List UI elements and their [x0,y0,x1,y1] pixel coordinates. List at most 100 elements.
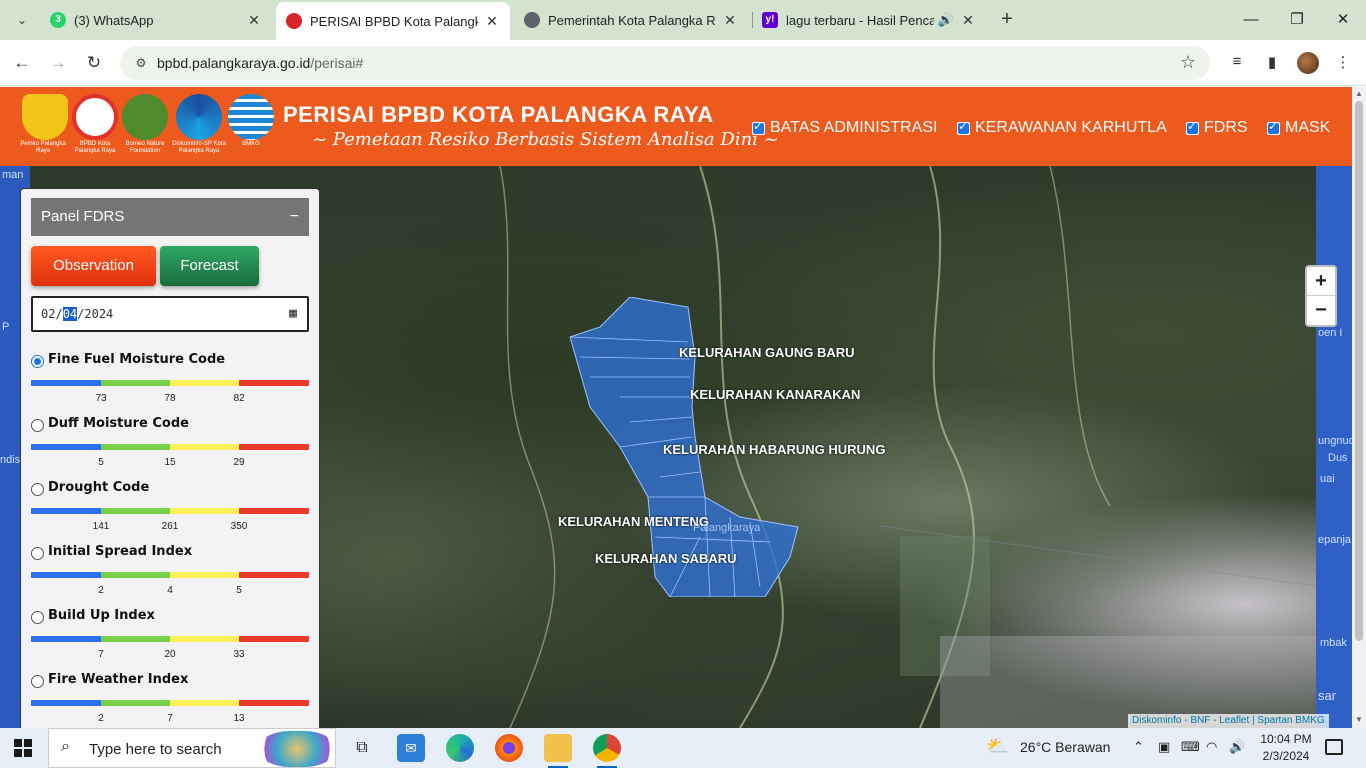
checkbox-checked-icon[interactable] [957,119,970,135]
forecast-button[interactable]: Forecast [160,246,259,286]
fdrs-index-item[interactable]: Drought Code 141 261 350 [31,480,309,540]
fdrs-index-item[interactable]: Duff Moisture Code 5 15 29 [31,416,309,476]
fdrs-index-name[interactable]: Initial Spread Index [48,544,192,559]
scroll-up-icon[interactable]: ▲ [1355,89,1363,98]
date-input[interactable]: 02/04/2024 ▦ [31,296,309,332]
map-place-label: oen I [1318,327,1343,339]
checkbox-checked-icon[interactable] [1267,119,1280,135]
layer-toggle-mask[interactable]: MASK [1267,119,1330,137]
fdrs-index-name[interactable]: Duff Moisture Code [48,416,189,431]
logo-caption: Borneo Nature Foundation [125,141,165,154]
yahoo-icon: y! [762,12,778,28]
browser-toolbar: ← → ↻ ⚙ bpbd.palangkaraya.go.id/perisai#… [0,40,1366,86]
site-info-icon[interactable]: ⚙ [132,54,150,72]
wifi-icon[interactable]: ◠ [1206,739,1217,755]
logo-caption: BPBD Kota Palangka Raya [74,141,116,154]
profile-avatar[interactable] [1297,52,1319,74]
search-highlight-image[interactable] [261,731,333,767]
date-day[interactable]: 04 [62,307,78,321]
close-icon[interactable]: ✕ [246,12,262,29]
scale-segment [239,508,309,514]
map-place-label: mbak [1320,637,1347,649]
fdrs-index-name[interactable]: Drought Code [48,480,149,495]
city-label: Palangkaraya [693,522,761,534]
tab-search-chevron-icon[interactable]: ⌄ [12,10,32,30]
forward-arrow-icon[interactable]: → [45,50,71,76]
weather-cloud-icon[interactable]: ⛅ [986,736,1008,757]
scale-segment [239,572,309,578]
date-month[interactable]: 02 [41,307,55,321]
ime-icon[interactable]: ⌨ [1181,739,1200,755]
close-icon[interactable]: ✕ [484,13,500,30]
layer-toggle-kerawanan-karhutla[interactable]: KERAWANAN KARHUTLA [957,119,1167,137]
chevron-up-icon[interactable]: ⌃ [1133,739,1144,755]
layer-toggle-fdrs[interactable]: FDRS [1186,119,1248,137]
map-attribution[interactable]: Diskominfo - BNF - Leaflet | Spartan BMK… [1128,714,1329,728]
calendar-icon[interactable]: ▦ [289,298,297,330]
radio-unselected-icon[interactable] [31,483,44,496]
fdrs-index-name[interactable]: Fire Weather Index [48,672,188,687]
media-control-icon[interactable]: ≡ [1226,53,1248,73]
fdrs-index-name[interactable]: Build Up Index [48,608,155,623]
meet-now-icon[interactable]: ▣ [1158,739,1170,755]
map-place-label: P [2,321,10,333]
observation-button[interactable]: Observation [31,246,156,286]
back-arrow-icon[interactable]: ← [9,50,35,76]
bmkg-logo [228,94,274,140]
fdrs-index-item[interactable]: Fire Weather Index 2 7 13 [31,672,309,728]
tab-yahoo[interactable]: y! lagu terbaru - Hasil Pencarian 🔊 ✕ [752,5,986,35]
tab-pemerintah[interactable]: Pemerintah Kota Palangka Raya ✕ [514,5,748,35]
file-explorer-icon[interactable] [544,734,572,762]
tab-whatsapp[interactable]: 3 (3) WhatsApp ✕ [40,5,272,35]
close-icon[interactable]: ✕ [722,12,738,29]
tab-label: (3) WhatsApp [74,12,154,28]
close-icon[interactable]: ✕ [960,12,976,29]
new-tab-button[interactable]: + [996,8,1018,30]
radio-unselected-icon[interactable] [31,611,44,624]
scroll-down-icon[interactable]: ▼ [1355,715,1363,724]
scale-tick-label: 5 [98,457,104,468]
map-label-habarung-hurung: KELURAHAN HABARUNG HURUNG [663,442,886,457]
mail-app-icon[interactable]: ✉ [397,734,425,762]
side-panel-icon[interactable]: ▮ [1261,53,1283,73]
zoom-in-button[interactable]: + [1307,267,1335,296]
tab-perisai[interactable]: PERISAI BPBD Kota Palangka Raya ✕ [276,2,510,40]
bookmark-star-icon[interactable]: ☆ [1180,52,1196,73]
fdrs-index-name[interactable]: Fine Fuel Moisture Code [48,352,225,367]
page-scrollbar[interactable]: ▲ ▼ [1352,87,1366,728]
minimize-icon[interactable]: − [290,198,299,236]
windows-start-icon[interactable] [14,739,32,757]
checkbox-checked-icon[interactable] [1186,119,1199,135]
address-bar[interactable]: ⚙ bpbd.palangkaraya.go.id/perisai# ☆ [120,46,1210,80]
minimize-window-button[interactable]: — [1228,6,1274,34]
chrome-icon[interactable] [593,734,621,762]
checkbox-checked-icon[interactable] [752,119,765,135]
radio-selected-icon[interactable] [31,355,44,368]
speaker-icon[interactable]: 🔊 [938,12,954,28]
close-window-button[interactable]: ✕ [1320,6,1366,34]
weather-text[interactable]: 26°C Berawan [1020,739,1110,755]
notification-center-icon[interactable] [1325,739,1343,755]
radio-unselected-icon[interactable] [31,419,44,432]
taskbar-search-box[interactable]: ⌕ Type here to search [48,728,336,768]
restore-window-button[interactable]: ❐ [1274,6,1320,34]
fdrs-color-scale [31,508,309,514]
scrollbar-thumb[interactable] [1355,101,1363,641]
zoom-out-button[interactable]: − [1307,296,1335,325]
edge-browser-icon[interactable] [446,734,474,762]
menu-dots-icon[interactable]: ⋮ [1332,53,1354,73]
volume-icon[interactable]: 🔊 [1229,739,1245,755]
url-text[interactable]: bpbd.palangkaraya.go.id/perisai# [157,55,363,71]
fdrs-index-item[interactable]: Build Up Index 7 20 33 [31,608,309,668]
date-year[interactable]: 2024 [84,307,113,321]
radio-unselected-icon[interactable] [31,547,44,560]
panel-header[interactable]: Panel FDRS − [31,198,309,236]
system-clock[interactable]: 10:04 PM 2/3/2024 [1256,731,1316,765]
firefox-icon[interactable] [495,734,523,762]
radio-unselected-icon[interactable] [31,675,44,688]
fdrs-index-item[interactable]: Initial Spread Index 2 4 5 [31,544,309,604]
reload-icon[interactable]: ↻ [81,50,107,76]
fdrs-index-item[interactable]: Fine Fuel Moisture Code 73 78 82 [31,352,309,412]
layer-toggle-batas-administrasi[interactable]: BATAS ADMINISTRASI [752,119,937,137]
task-view-icon[interactable]: ⧉ [348,734,376,762]
